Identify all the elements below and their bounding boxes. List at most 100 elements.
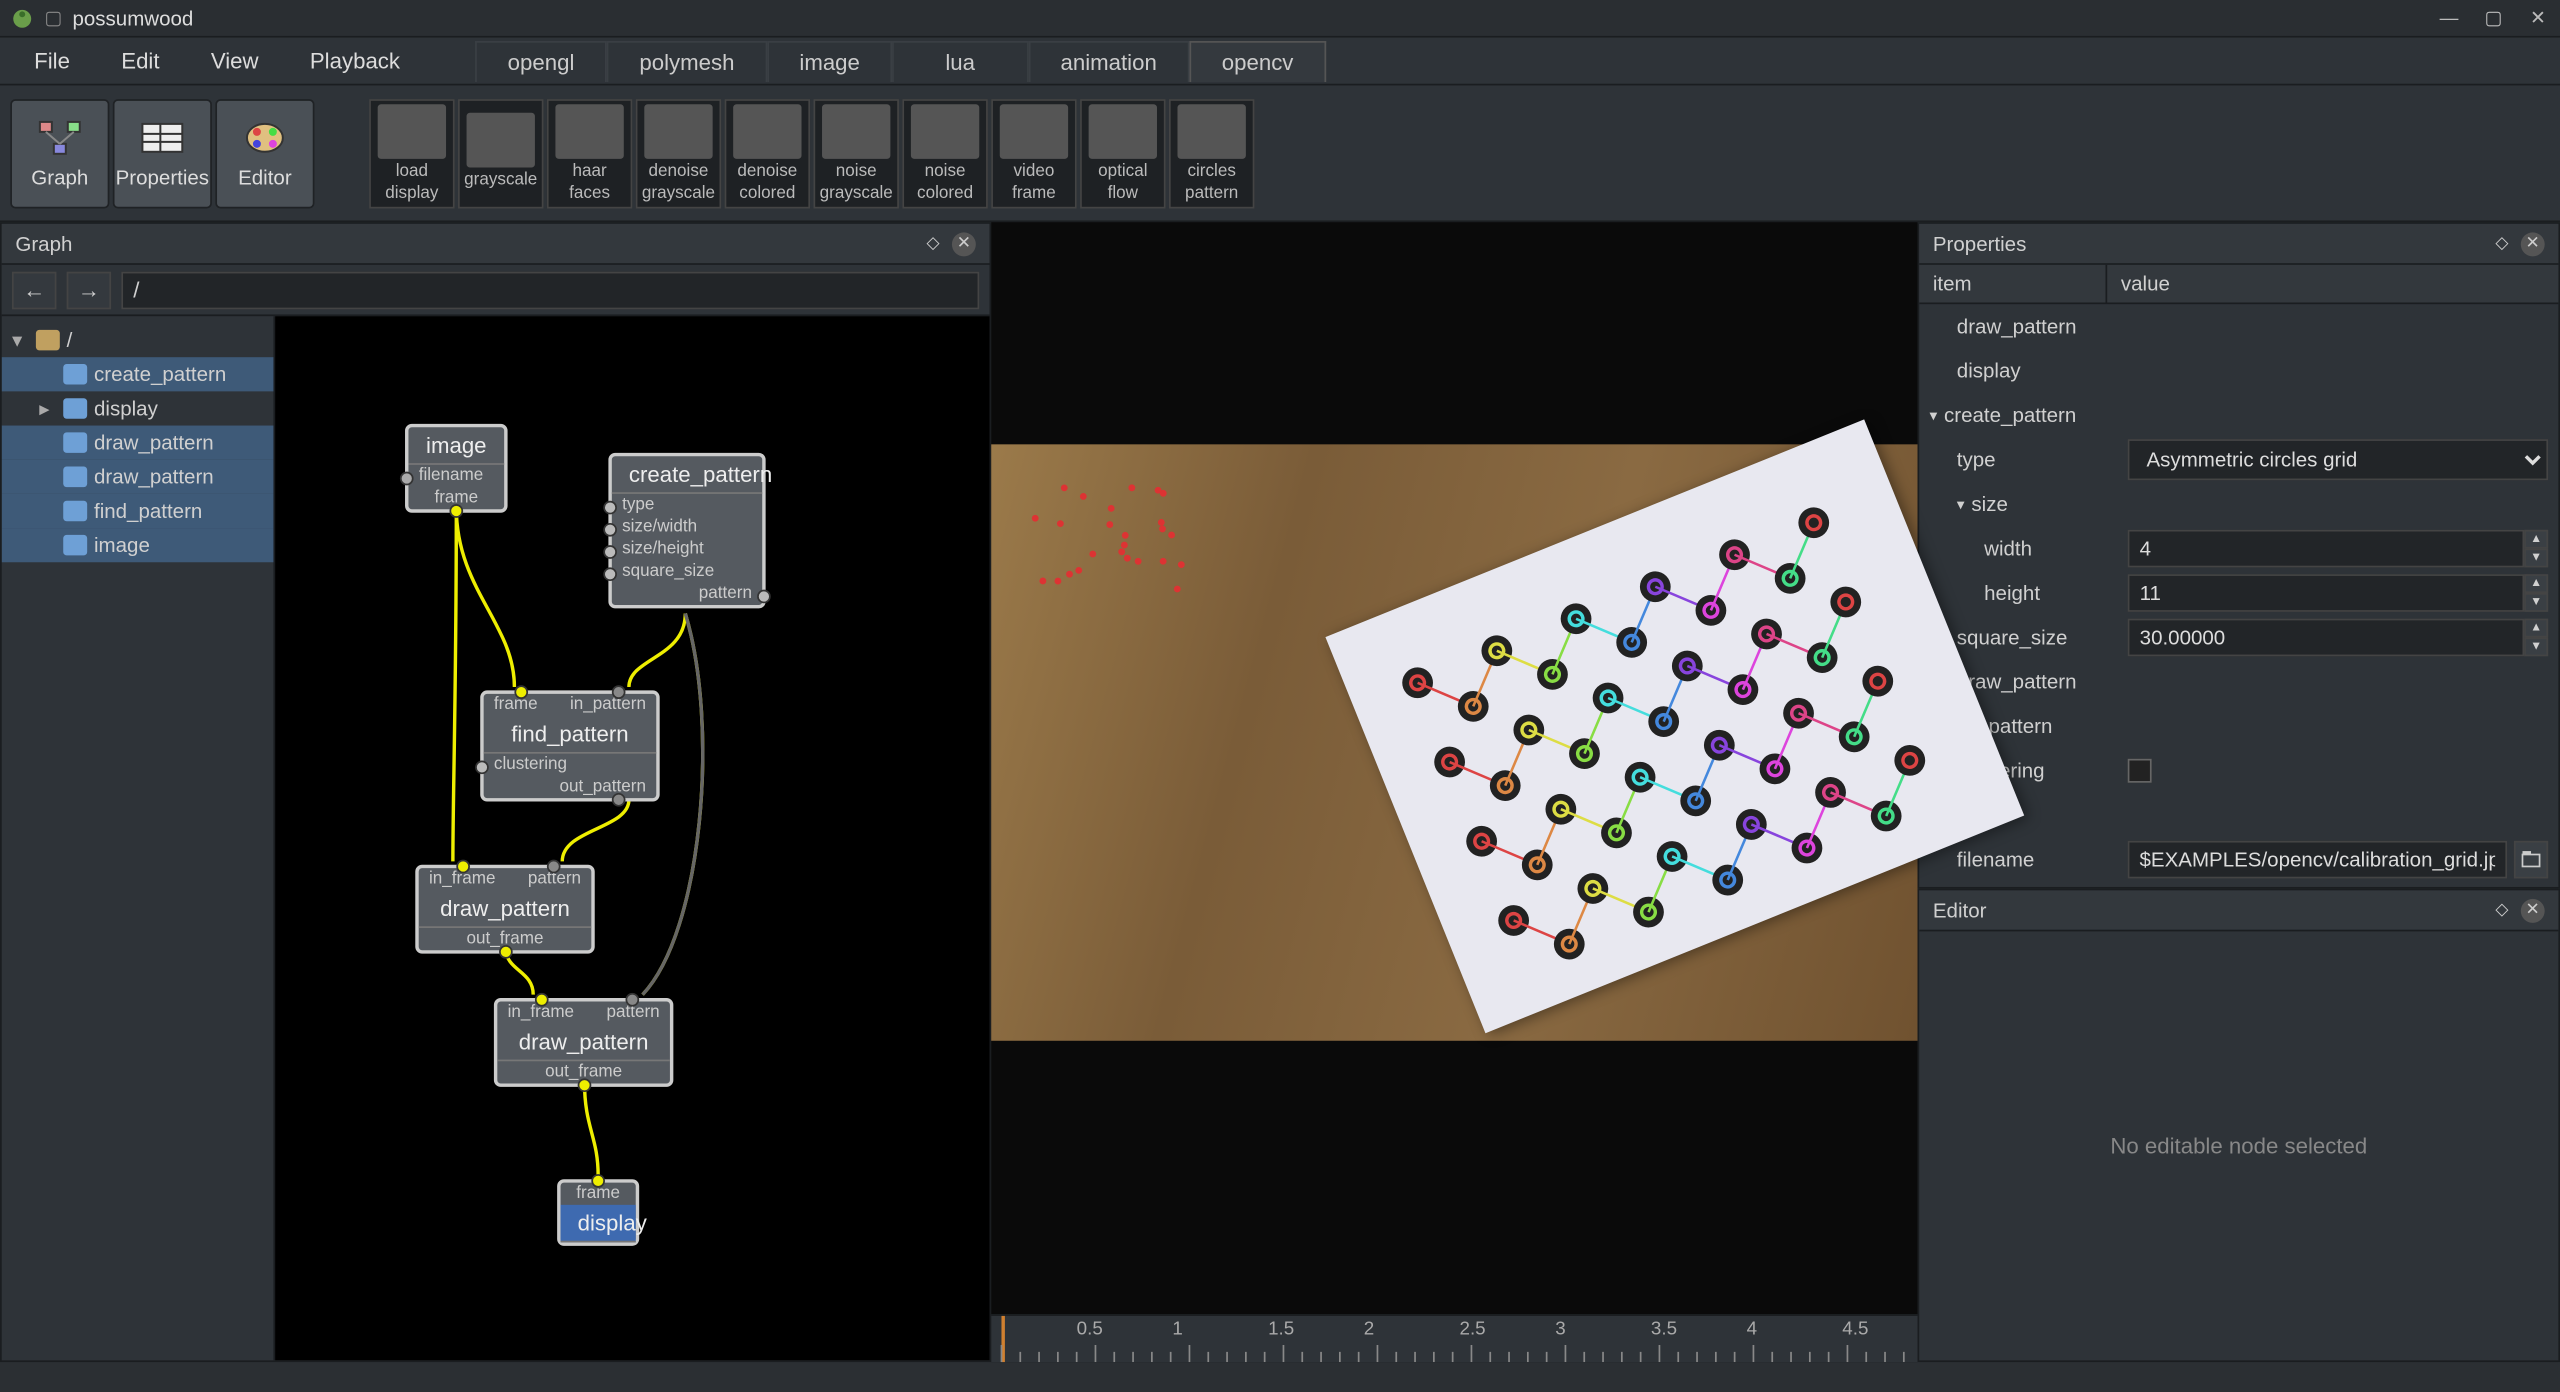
port[interactable] <box>603 501 617 515</box>
port[interactable] <box>612 793 626 807</box>
graph-icon <box>36 117 84 158</box>
preset-grayscale[interactable]: grayscale <box>458 98 543 207</box>
tab-image[interactable]: image <box>767 40 892 81</box>
port[interactable] <box>449 504 463 518</box>
minimize-button[interactable]: — <box>2437 6 2461 30</box>
chevron-down-icon[interactable]: ▾ <box>1929 406 1937 425</box>
mode-graph-button[interactable]: Graph <box>10 98 109 207</box>
tab-opengl[interactable]: opengl <box>475 40 607 81</box>
port[interactable] <box>535 993 549 1007</box>
port[interactable] <box>603 523 617 537</box>
prop-input-width[interactable] <box>2128 530 2524 568</box>
port[interactable] <box>612 685 626 699</box>
browse-button[interactable] <box>2514 841 2548 879</box>
node-draw-pattern-1[interactable]: in_framepattern draw_pattern out_frame <box>415 865 594 954</box>
port[interactable] <box>591 1174 605 1188</box>
prop-filename: filename <box>1919 837 2558 881</box>
preset-optical-flow[interactable]: opticalflow <box>1080 98 1165 207</box>
toolbar: Graph Properties Editor loaddisplaygrays… <box>0 85 2560 222</box>
node-display[interactable]: frame display <box>557 1179 639 1246</box>
chevron-down-icon[interactable]: ▾ <box>1957 495 1965 514</box>
port[interactable] <box>603 567 617 581</box>
tab-opencv[interactable]: opencv <box>1189 40 1326 81</box>
tree-item-draw_pattern[interactable]: draw_pattern <box>2 460 274 494</box>
prop-file-filename[interactable] <box>2128 841 2508 879</box>
spin-down[interactable]: ▼ <box>2524 637 2548 656</box>
mode-properties-label: Properties <box>116 165 209 189</box>
port[interactable] <box>547 860 561 874</box>
path-address[interactable]: / <box>121 271 979 309</box>
preset-noise-grayscale[interactable]: noisegrayscale <box>813 98 898 207</box>
tree-item-find_pattern[interactable]: find_pattern <box>2 494 274 528</box>
prop-input-height[interactable] <box>2128 574 2524 612</box>
preset-denoise-colored[interactable]: denoisecolored <box>725 98 810 207</box>
node-draw-pattern-2[interactable]: in_framepattern draw_pattern out_frame <box>494 998 673 1087</box>
spin-down[interactable]: ▼ <box>2524 593 2548 612</box>
spin-up[interactable]: ▲ <box>2524 530 2548 549</box>
port[interactable] <box>625 993 639 1007</box>
prop-draw_pattern[interactable]: draw_pattern <box>1919 660 2558 704</box>
port[interactable] <box>577 1078 591 1092</box>
close-panel-icon[interactable]: ✕ <box>2521 898 2545 922</box>
port[interactable] <box>475 761 489 775</box>
mode-properties-button[interactable]: Properties <box>113 98 212 207</box>
preset-video-frame[interactable]: videoframe <box>991 98 1076 207</box>
node-create-pattern[interactable]: create_pattern type size/width size/heig… <box>608 453 765 609</box>
prop-find_pattern[interactable]: ▾find_pattern <box>1919 704 2558 748</box>
tree-item-create_pattern[interactable]: create_pattern <box>2 357 274 391</box>
nav-back-button[interactable]: ← <box>12 271 56 309</box>
prop-checkbox-clustering[interactable] <box>2128 759 2152 783</box>
tree-root[interactable]: ▾ / <box>2 323 274 357</box>
menu-file[interactable]: File <box>10 41 94 80</box>
menu-playback[interactable]: Playback <box>286 41 424 80</box>
tab-lua[interactable]: lua <box>892 40 1028 81</box>
undock-icon[interactable]: ◇ <box>2490 898 2514 922</box>
preset-circles-pattern[interactable]: circlespattern <box>1169 98 1254 207</box>
prop-select-type[interactable]: Asymmetric circles grid <box>2128 439 2548 480</box>
close-button[interactable]: ✕ <box>2526 6 2550 30</box>
node-canvas[interactable]: image filename frame create_pattern type… <box>275 316 989 1360</box>
node-find-pattern[interactable]: framein_pattern find_pattern clustering … <box>480 690 659 801</box>
port[interactable] <box>603 545 617 559</box>
spin-up[interactable]: ▲ <box>2524 619 2548 638</box>
port[interactable] <box>514 685 528 699</box>
maximize-button[interactable]: ▢ <box>2481 6 2505 30</box>
spin-down[interactable]: ▼ <box>2524 549 2548 568</box>
preset-thumb <box>733 103 801 158</box>
prop-input-square_size[interactable] <box>2128 619 2524 657</box>
tree-item-image[interactable]: image <box>2 528 274 562</box>
undock-icon[interactable]: ◇ <box>2490 232 2514 256</box>
prop-create_pattern[interactable]: ▾create_pattern <box>1919 393 2558 437</box>
spin-up[interactable]: ▲ <box>2524 574 2548 593</box>
node-image[interactable]: image filename frame <box>405 424 508 513</box>
tab-polymesh[interactable]: polymesh <box>607 40 767 81</box>
timeline[interactable]: 0.511.522.533.544.5 <box>991 1314 1917 1362</box>
preset-thumb <box>1089 103 1157 158</box>
port[interactable] <box>498 945 512 959</box>
expand-icon[interactable]: ▸ <box>39 396 56 420</box>
tree-item-display[interactable]: ▸display <box>2 391 274 425</box>
viewport-image[interactable] <box>991 222 1917 1314</box>
mode-editor-label: Editor <box>238 165 292 189</box>
expand-icon[interactable]: ▾ <box>12 328 29 352</box>
preset-thumb <box>911 103 979 158</box>
preset-noise-colored[interactable]: noisecolored <box>902 98 987 207</box>
tree-item-draw_pattern[interactable]: draw_pattern <box>2 426 274 460</box>
port[interactable] <box>400 472 414 486</box>
menu-edit[interactable]: Edit <box>97 41 183 80</box>
prop-display[interactable]: display <box>1919 349 2558 393</box>
port[interactable] <box>757 590 771 604</box>
prop-size[interactable]: ▾size <box>1919 482 2558 526</box>
preset-load-display[interactable]: loaddisplay <box>369 98 454 207</box>
prop-draw_pattern[interactable]: draw_pattern <box>1919 304 2558 348</box>
nav-forward-button[interactable]: → <box>67 271 111 309</box>
close-panel-icon[interactable]: ✕ <box>952 232 976 256</box>
mode-editor-button[interactable]: Editor <box>215 98 314 207</box>
preset-denoise-grayscale[interactable]: denoisegrayscale <box>636 98 721 207</box>
close-panel-icon[interactable]: ✕ <box>2521 232 2545 256</box>
tab-animation[interactable]: animation <box>1028 40 1189 81</box>
preset-haar-faces[interactable]: haarfaces <box>547 98 632 207</box>
undock-icon[interactable]: ◇ <box>921 232 945 256</box>
menu-view[interactable]: View <box>187 41 283 80</box>
port[interactable] <box>456 860 470 874</box>
